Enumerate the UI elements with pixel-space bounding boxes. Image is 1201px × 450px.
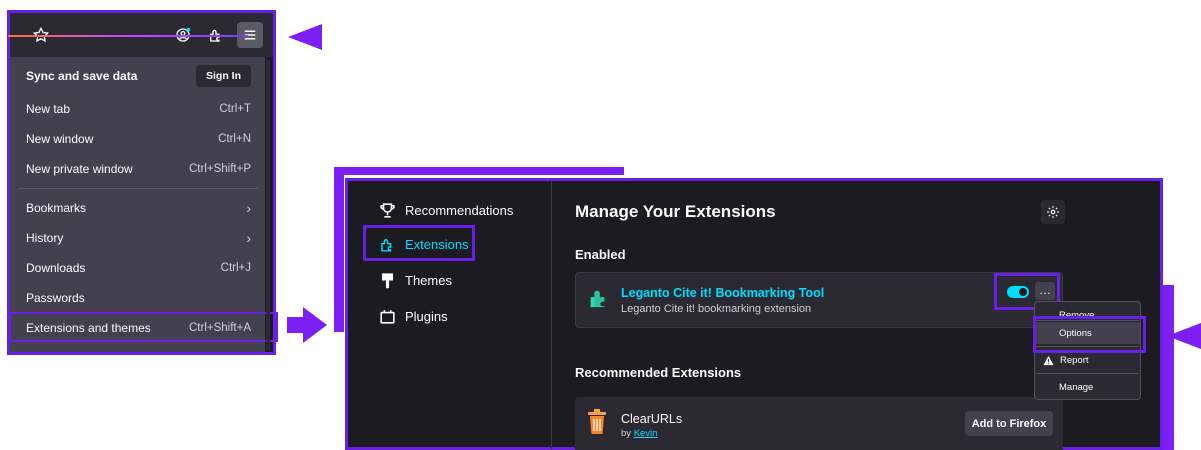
- menu-item-label: Bookmarks: [26, 201, 87, 215]
- menu-item-label: History: [26, 231, 64, 245]
- menu-item-new-tab[interactable]: New tab Ctrl+T: [10, 95, 265, 123]
- sign-in-button[interactable]: Sign In: [196, 65, 251, 87]
- menu-item-label: Manage: [1059, 381, 1094, 393]
- category-label: Themes: [405, 272, 452, 288]
- extensions-menu-highlight: [9, 312, 278, 342]
- menu-item-shortcut: Ctrl+T: [219, 103, 251, 115]
- menu-item-label: New private window: [26, 162, 133, 176]
- menu-item-bookmarks[interactable]: Bookmarks ›: [10, 194, 265, 222]
- menu-item-downloads[interactable]: Downloads Ctrl+J: [10, 254, 265, 282]
- byline-prefix: by: [621, 428, 632, 439]
- menu-separator: [1036, 373, 1139, 374]
- trophy-icon: [380, 202, 395, 218]
- menu-item-label: Report: [1060, 354, 1089, 366]
- menu-item-shortcut: Ctrl+N: [218, 133, 251, 145]
- recommended-extension-name[interactable]: ClearURLs: [621, 412, 682, 426]
- menu-item-history[interactable]: History ›: [10, 224, 265, 252]
- recommended-section-heading: Recommended Extensions: [575, 365, 742, 380]
- context-menu-manage[interactable]: Manage: [1035, 376, 1140, 398]
- menu-item-label: New tab: [26, 102, 71, 116]
- menu-item-passwords[interactable]: Passwords: [10, 284, 265, 312]
- menu-item-shortcut: Ctrl+Shift+P: [189, 163, 251, 175]
- options-highlight: [1033, 316, 1146, 353]
- chevron-right-icon: ›: [246, 200, 251, 216]
- brush-icon: [381, 272, 394, 288]
- menu-item-label: Downloads: [26, 261, 86, 275]
- gear-icon[interactable]: [1041, 200, 1065, 224]
- menu-item-label: New window: [26, 132, 94, 146]
- category-themes[interactable]: Themes: [378, 265, 452, 295]
- page-title: Manage Your Extensions: [575, 202, 776, 221]
- addons-frame-accent: [334, 167, 624, 175]
- warning-icon: [1043, 355, 1054, 365]
- extensions-category-highlight: [363, 225, 475, 261]
- author-link[interactable]: Kevin: [634, 428, 658, 439]
- plugin-icon: [380, 309, 395, 324]
- menu-item-shortcut: Ctrl+J: [220, 262, 251, 274]
- sidebar-divider: [551, 181, 552, 450]
- enabled-section-heading: Enabled: [575, 247, 626, 262]
- sync-accent-line: [8, 35, 248, 37]
- arrow-left-icon: [288, 24, 322, 50]
- recommended-extension-byline: by Kevin: [621, 428, 657, 439]
- extension-name[interactable]: Leganto Cite it! Bookmarking Tool: [621, 286, 824, 300]
- menu-separator: [18, 188, 258, 189]
- category-label: Recommendations: [405, 202, 514, 218]
- menu-item-new-private-window[interactable]: New private window Ctrl+Shift+P: [10, 155, 265, 183]
- arrow-right-icon: [303, 307, 327, 343]
- add-to-firefox-button[interactable]: Add to Firefox: [965, 411, 1053, 436]
- category-label: Plugins: [405, 308, 448, 324]
- extension-description: Leganto Cite it! bookmarking extension: [621, 303, 812, 315]
- chevron-right-icon: ›: [246, 230, 251, 246]
- sync-row: Sync and save data Sign In: [10, 60, 265, 92]
- category-plugins[interactable]: Plugins: [378, 301, 448, 331]
- clearurls-trash-icon: [588, 409, 606, 434]
- menu-scrollbar[interactable]: [266, 60, 270, 350]
- sync-label: Sync and save data: [26, 69, 138, 83]
- menu-item-new-window[interactable]: New window Ctrl+N: [10, 125, 265, 153]
- extension-puzzle-icon: [590, 290, 605, 308]
- extension-card[interactable]: [575, 272, 1063, 328]
- menu-item-label: Passwords: [26, 291, 85, 305]
- addons-frame-accent: [334, 167, 344, 332]
- category-recommendations[interactable]: Recommendations: [378, 195, 513, 225]
- arrow-right-body: [287, 317, 303, 333]
